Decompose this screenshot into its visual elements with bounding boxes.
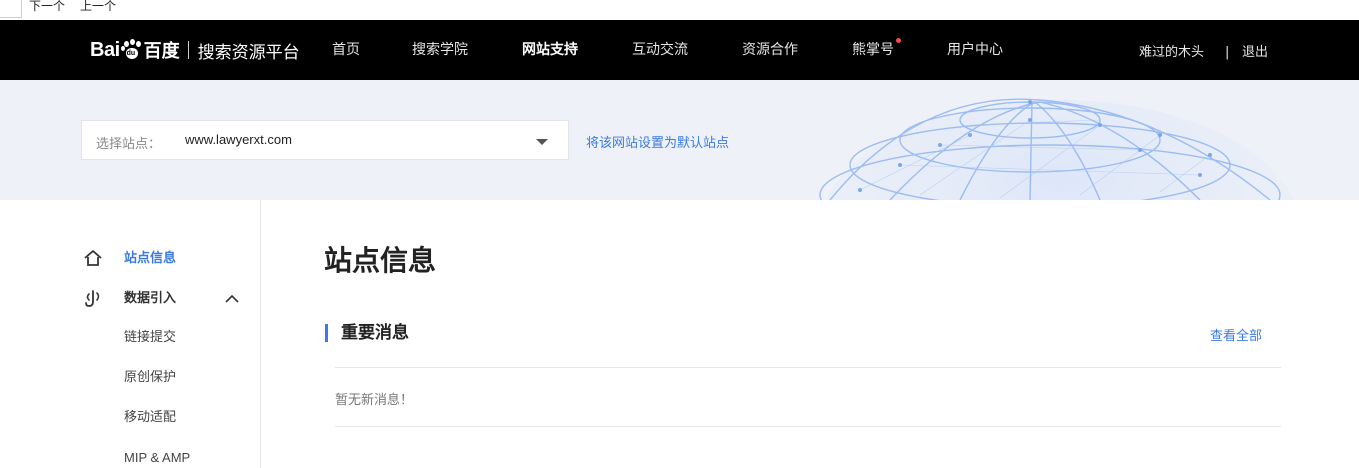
- site-banner: 选择站点： www.lawyerxt.com 将该网站设置为默认站点: [0, 80, 1359, 200]
- sidebar-item-label: 站点信息: [124, 251, 177, 266]
- sidebar-item-label: 数据引入: [124, 291, 177, 306]
- nav-item-site-support[interactable]: 网站支持: [522, 42, 578, 58]
- globe-decoration: [819, 98, 1294, 200]
- nav-item-interaction[interactable]: 互动交流: [632, 42, 688, 58]
- nav-divider: |: [1225, 45, 1230, 60]
- page-title: 站点信息: [324, 244, 437, 277]
- chevron-up-icon[interactable]: [225, 294, 239, 304]
- site-select-label: 选择站点：: [96, 137, 162, 152]
- empty-message: 暂无新消息！: [335, 393, 414, 408]
- set-default-site-link[interactable]: 将该网站设置为默认站点: [586, 132, 729, 151]
- sidebar: 站点信息 数据引入 链接提交 原创保护 移动适配 MIP & AMP: [0, 200, 261, 468]
- top-navbar: Bai du 百度 搜索资源平台 首页 搜索学院 网站支持 互动交流 资源合作 …: [0, 20, 1359, 80]
- sidebar-item-data-import[interactable]: 数据引入: [0, 284, 260, 314]
- sidebar-item-site-info[interactable]: 站点信息: [0, 244, 260, 274]
- baidu-logo[interactable]: Bai du 百度 搜索资源平台: [90, 37, 300, 63]
- site-select-dropdown[interactable]: 选择站点： www.lawyerxt.com: [81, 120, 569, 160]
- sidebar-subitem-mip-amp[interactable]: MIP & AMP: [124, 450, 190, 466]
- nav-item-xiongzhang[interactable]: 熊掌号: [852, 42, 894, 58]
- logo-text-baidu: 百度: [143, 41, 180, 62]
- sidebar-subitem-mobile-adapt[interactable]: 移动适配: [124, 410, 176, 426]
- nav-item-cooperation[interactable]: 资源合作: [742, 42, 798, 58]
- paw-icon: du: [120, 39, 143, 61]
- browser-top-strip: 下一个 上一个: [0, 0, 1359, 20]
- username-link[interactable]: 难过的木头: [1139, 45, 1204, 61]
- notification-dot: [896, 38, 901, 43]
- data-import-icon: [85, 290, 100, 307]
- logo-divider: [187, 41, 189, 59]
- caret-down-icon: [536, 139, 548, 145]
- divider: [335, 426, 1281, 427]
- site-select-value: www.lawyerxt.com: [185, 132, 292, 147]
- platform-name: 搜索资源平台: [197, 42, 300, 63]
- home-icon: [84, 250, 102, 266]
- next-link[interactable]: 下一个: [29, 0, 65, 12]
- checkbox[interactable]: [0, 0, 22, 18]
- sidebar-subitem-original-protect[interactable]: 原创保护: [124, 370, 176, 386]
- nav-item-home[interactable]: 首页: [332, 42, 360, 58]
- logo-text-bai: Bai: [90, 38, 120, 61]
- section-title: 重要消息: [341, 323, 409, 343]
- section-accent-bar: [325, 324, 328, 342]
- nav-item-academy[interactable]: 搜索学院: [412, 42, 468, 58]
- prev-link[interactable]: 上一个: [80, 0, 116, 12]
- see-all-link[interactable]: 查看全部: [1210, 325, 1262, 344]
- sidebar-subitem-link-submit[interactable]: 链接提交: [124, 330, 176, 346]
- divider: [335, 367, 1281, 368]
- nav-item-user-center[interactable]: 用户中心: [947, 42, 1003, 58]
- logo-text-du: du: [126, 50, 136, 57]
- logout-link[interactable]: 退出: [1242, 45, 1268, 61]
